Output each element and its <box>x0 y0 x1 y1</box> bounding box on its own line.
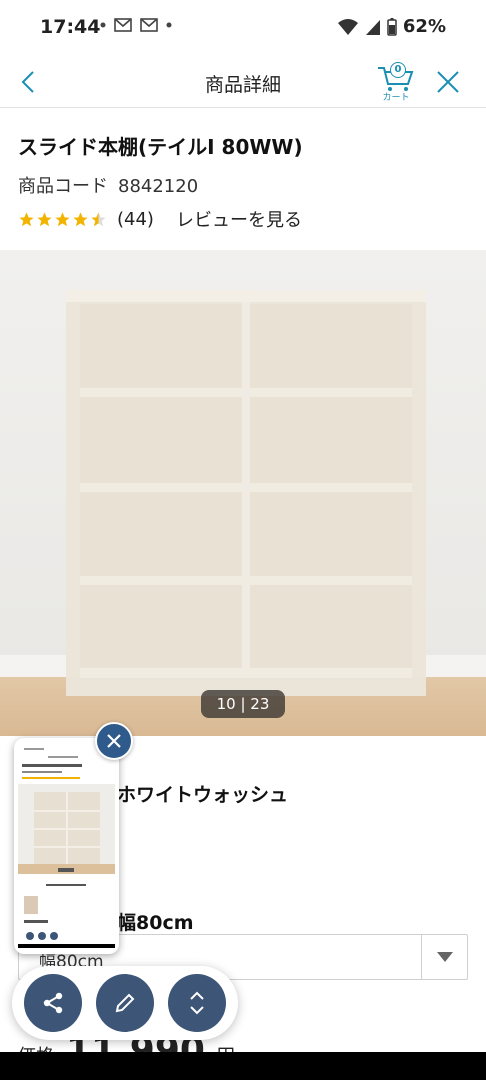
expand-button[interactable] <box>168 974 226 1032</box>
close-icon <box>107 734 121 748</box>
thumbnail-preview <box>18 744 115 948</box>
product-code-label: 商品コード <box>18 176 108 197</box>
star-icon <box>73 211 88 226</box>
review-count: (44) <box>117 208 154 230</box>
battery-icon <box>387 17 397 36</box>
status-time: 17:44 <box>40 16 101 38</box>
dot-icon <box>166 22 172 28</box>
rating-stars <box>18 211 107 228</box>
screenshot-toolbar <box>12 966 238 1040</box>
close-icon[interactable] <box>432 66 464 98</box>
select-arrow[interactable] <box>421 935 467 979</box>
system-icons: 62% <box>337 16 446 37</box>
half-star-icon <box>91 211 106 226</box>
product-code: 8842120 <box>118 176 199 197</box>
color-label: ホワイトウォッシュ <box>117 784 289 806</box>
screenshot-thumbnail[interactable] <box>14 738 119 954</box>
image-pager: 10 | 23 <box>201 690 285 718</box>
product-name: スライド本棚(テイルI 80WW) <box>18 135 303 159</box>
product-image[interactable]: 10 | 23 <box>0 250 486 736</box>
thumbnail-close-button[interactable] <box>95 722 133 760</box>
rating-row: (44) レビューを見る <box>18 206 302 232</box>
mail-icon <box>140 18 158 32</box>
cart-button[interactable]: 0 カート <box>374 60 418 104</box>
triangle-down-icon <box>436 952 453 962</box>
bookshelf-photo <box>0 250 486 736</box>
wifi-icon <box>337 18 358 35</box>
size-label: 幅80cm <box>117 912 194 934</box>
cart-count-badge: 0 <box>390 62 406 78</box>
battery-percent: 62% <box>402 16 446 37</box>
edit-icon <box>115 993 135 1013</box>
star-icon <box>55 211 70 226</box>
view-reviews-link[interactable]: レビューを見る <box>176 206 302 232</box>
mail-icon <box>114 18 132 32</box>
signal-icon <box>365 19 380 35</box>
notification-icons <box>100 18 172 32</box>
cart-label: カート <box>382 93 410 103</box>
status-bar: 17:44 62% <box>0 0 486 56</box>
edit-button[interactable] <box>96 974 154 1032</box>
star-icon <box>19 211 34 226</box>
star-icon <box>37 211 52 226</box>
share-button[interactable] <box>24 974 82 1032</box>
product-code-row: 商品コード 8842120 <box>18 172 198 198</box>
system-nav-bar <box>0 1052 486 1080</box>
app-header: 商品詳細 0 カート <box>0 56 486 108</box>
expand-icon <box>190 991 204 1015</box>
dot-icon <box>100 22 106 28</box>
share-icon <box>43 992 63 1014</box>
